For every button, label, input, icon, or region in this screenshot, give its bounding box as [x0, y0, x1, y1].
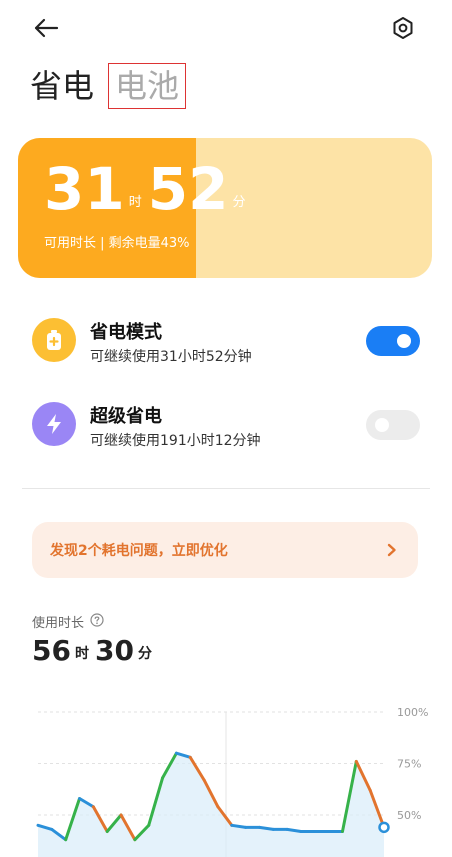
chart-line-segment	[230, 823, 248, 829]
battery-card: 31 时 52 分 可用时长 | 剩余电量43%	[18, 138, 432, 278]
lightning-icon	[32, 402, 76, 446]
battery-plus-icon	[32, 318, 76, 362]
battery-usage-chart: 100% 75% 50%	[36, 706, 428, 857]
top-bar	[0, 0, 452, 56]
battery-hours: 31	[44, 155, 125, 223]
battery-remaining-time: 31 时 52 分	[44, 158, 251, 220]
question-circle-icon[interactable]	[90, 612, 104, 631]
power-saving-mode-row[interactable]: 省电模式 可继续使用31小时52分钟	[32, 310, 422, 370]
chevron-right-icon	[384, 542, 400, 558]
battery-subtitle: 可用时长 | 剩余电量43%	[44, 236, 190, 251]
ultra-power-saving-subtitle: 可继续使用191小时12分钟	[90, 433, 261, 449]
usage-duration: 56 时 30 分	[32, 634, 158, 668]
hexagon-gear-icon	[393, 17, 413, 39]
chart-line-segment	[257, 825, 275, 831]
power-issue-banner[interactable]: 发现2个耗电问题，立即优化	[32, 522, 418, 578]
back-button[interactable]	[30, 14, 62, 42]
battery-hours-unit: 时	[128, 195, 142, 210]
usage-hours-unit: 时	[74, 646, 89, 662]
settings-button[interactable]	[387, 12, 419, 44]
tab-power-saving[interactable]: 省电	[30, 64, 108, 108]
usage-minutes-unit: 分	[137, 646, 152, 662]
ultra-power-saving-title: 超级省电	[90, 406, 162, 427]
usage-duration-label-row: 使用时长	[32, 612, 104, 631]
ultra-power-saving-row[interactable]: 超级省电 可继续使用191小时12分钟	[32, 394, 422, 454]
power-issue-text: 发现2个耗电问题，立即优化	[50, 543, 228, 559]
arrow-left-icon	[34, 18, 59, 38]
section-divider	[22, 488, 430, 489]
power-saving-mode-subtitle: 可继续使用31小时52分钟	[90, 349, 252, 365]
usage-duration-label: 使用时长	[32, 616, 85, 631]
power-saving-mode-title: 省电模式	[90, 322, 162, 343]
chart-current-point	[378, 821, 390, 834]
chart-line-segment	[285, 827, 303, 833]
tab-battery[interactable]: 电池	[108, 63, 187, 109]
chart-y-tick-label: 75%	[397, 758, 421, 771]
battery-minutes-unit: 分	[232, 195, 246, 210]
usage-hours: 56	[32, 634, 71, 667]
tab-bar: 省电 电池	[30, 62, 187, 110]
power-saving-mode-toggle[interactable]	[366, 326, 420, 356]
ultra-power-saving-toggle[interactable]	[366, 410, 420, 440]
battery-minutes: 52	[147, 155, 229, 223]
chart-y-tick-label: 50%	[397, 809, 421, 822]
chart-y-tick-label: 100%	[397, 706, 428, 719]
usage-minutes: 30	[94, 634, 134, 667]
